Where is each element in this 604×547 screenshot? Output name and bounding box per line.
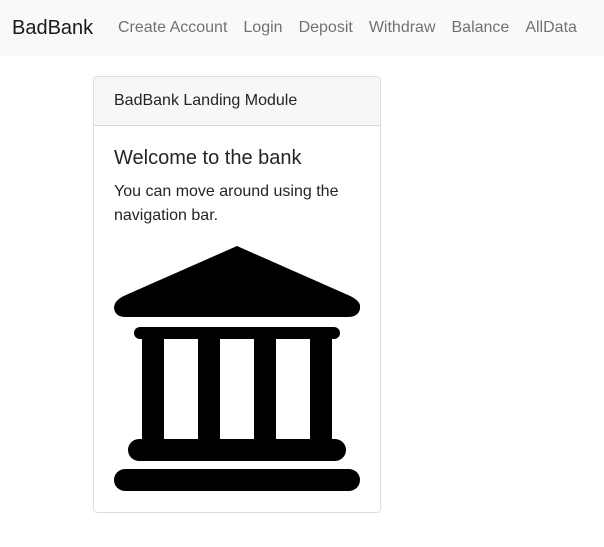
card-header: BadBank Landing Module bbox=[94, 77, 380, 126]
nav-link-login[interactable]: Login bbox=[235, 16, 290, 40]
navbar-brand[interactable]: BadBank bbox=[12, 14, 93, 42]
nav-link-create-account[interactable]: Create Account bbox=[110, 16, 235, 40]
card-title: Welcome to the bank bbox=[114, 147, 302, 169]
top-navbar: BadBank Create Account Login Deposit Wit… bbox=[0, 0, 604, 56]
card-text: You can move around using the navigation… bbox=[114, 183, 339, 224]
nav-link-deposit[interactable]: Deposit bbox=[291, 16, 361, 40]
nav-link-balance[interactable]: Balance bbox=[444, 16, 518, 40]
bank-building-icon bbox=[114, 246, 360, 491]
landing-card: BadBank Landing Module Welcome to the ba… bbox=[93, 76, 381, 513]
nav-link-withdraw[interactable]: Withdraw bbox=[361, 16, 444, 40]
card-body: Welcome to the bank You can move around … bbox=[94, 126, 380, 228]
navbar-links: Create Account Login Deposit Withdraw Ba… bbox=[110, 16, 585, 40]
nav-link-alldata[interactable]: AllData bbox=[517, 16, 585, 40]
